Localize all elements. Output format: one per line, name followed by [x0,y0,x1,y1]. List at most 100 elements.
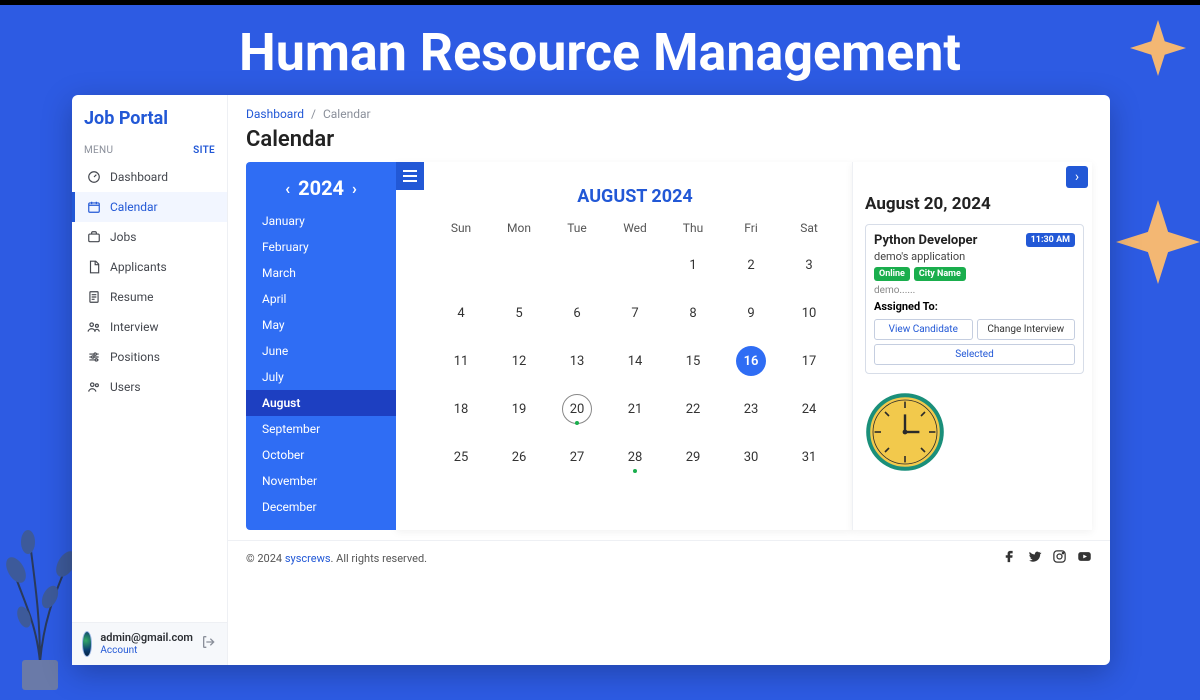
calendar-cell[interactable]: 22 [664,385,722,433]
social-links [1002,549,1092,567]
footer-brand[interactable]: syscrews [285,552,331,565]
view-candidate-button[interactable]: View Candidate [874,319,973,340]
calendar-cell[interactable]: 11 [432,337,490,385]
sparkle-icon [1116,200,1200,284]
calendar-cell[interactable]: 13 [548,337,606,385]
month-item[interactable]: October [246,442,396,468]
calendar-day-number: 1 [678,250,708,280]
calendar-cell[interactable]: 19 [490,385,548,433]
page-title: Calendar [228,123,1110,162]
year-next[interactable]: › [352,179,357,198]
nav-item-label: Resume [110,290,153,304]
month-item[interactable]: September [246,416,396,442]
account-link[interactable]: Account [100,645,193,656]
dow-label: Wed [606,221,664,235]
calendar-day-number: 6 [562,298,592,328]
copyright-suffix: . All rights reserved. [331,552,428,565]
calendar-cell[interactable]: 16 [722,337,780,385]
instagram-icon[interactable] [1052,549,1067,567]
event-badges: OnlineCity Name [874,267,1075,281]
month-list: JanuaryFebruaryMarchAprilMayJuneJulyAugu… [246,208,396,520]
change-interview-button[interactable]: Change Interview [977,319,1076,340]
month-item[interactable]: November [246,468,396,494]
calendar-day-number: 26 [504,442,534,472]
dow-row: SunMonTueWedThuFriSat [432,221,838,241]
nav-item-jobs[interactable]: Jobs [72,222,227,252]
nav-item-users[interactable]: Users [72,372,227,402]
month-item[interactable]: April [246,286,396,312]
calendar-cell[interactable]: 5 [490,289,548,337]
nav-item-dashboard[interactable]: Dashboard [72,162,227,192]
youtube-icon[interactable] [1077,549,1092,567]
calendar-cell[interactable]: 6 [548,289,606,337]
calendar-day-number: 28 [620,442,650,472]
logout-icon[interactable] [201,634,217,654]
nav-item-interview[interactable]: Interview [72,312,227,342]
calendar-cell[interactable]: 14 [606,337,664,385]
nav-item-applicants[interactable]: Applicants [72,252,227,282]
calendar-cell[interactable]: 21 [606,385,664,433]
menu-toggle-icon[interactable] [396,162,424,190]
calendar-cell-empty [432,241,490,289]
calendar-cell[interactable]: 24 [780,385,838,433]
calendar-cell[interactable]: 18 [432,385,490,433]
event-dot [633,469,637,473]
twitter-icon[interactable] [1027,549,1042,567]
calendar-cell[interactable]: 10 [780,289,838,337]
event-dot [575,421,579,425]
document-icon [87,260,101,274]
calendar-day-number: 23 [736,394,766,424]
month-item[interactable]: August [246,390,396,416]
month-item[interactable]: December [246,494,396,520]
nav-item-calendar[interactable]: Calendar [72,192,227,222]
calendar-cell[interactable]: 23 [722,385,780,433]
calendar-cell[interactable]: 27 [548,433,606,481]
month-item[interactable]: February [246,234,396,260]
calendar-cell[interactable]: 1 [664,241,722,289]
calendar-cell[interactable]: 2 [722,241,780,289]
month-item[interactable]: June [246,338,396,364]
nav-item-label: Interview [110,320,158,334]
clock-icon [865,392,945,472]
calendar-day-number: 25 [446,442,476,472]
calendar-cell[interactable]: 28 [606,433,664,481]
calendar-cell[interactable]: 3 [780,241,838,289]
detail-date: August 20, 2024 [865,172,1084,224]
year-prev[interactable]: ‹ [285,179,290,198]
calendar: AUGUST 2024 SunMonTueWedThuFriSat 123456… [396,162,852,530]
calendar-day-number: 31 [794,442,824,472]
calendar-cell[interactable]: 20 [548,385,606,433]
calendar-cell[interactable]: 17 [780,337,838,385]
month-item[interactable]: July [246,364,396,390]
calendar-cell[interactable]: 29 [664,433,722,481]
calendar-cell[interactable]: 15 [664,337,722,385]
calendar-cell[interactable]: 31 [780,433,838,481]
month-item[interactable]: March [246,260,396,286]
calendar-cell[interactable]: 7 [606,289,664,337]
calendar-cell[interactable]: 26 [490,433,548,481]
calendar-cell[interactable]: 12 [490,337,548,385]
event-card: Python Developer 11:30 AM demo's applica… [865,224,1084,374]
site-link[interactable]: SITE [193,145,215,156]
calendar-day-number: 27 [562,442,592,472]
calendar-day-number: 10 [794,298,824,328]
nav-item-resume[interactable]: Resume [72,282,227,312]
detail-next-button[interactable]: › [1066,166,1088,188]
nav-item-positions[interactable]: Positions [72,342,227,372]
nav-item-label: Applicants [110,260,167,274]
month-item[interactable]: May [246,312,396,338]
year-row: ‹ 2024 › [246,172,396,208]
calendar-cell[interactable]: 4 [432,289,490,337]
calendar-cell[interactable]: 8 [664,289,722,337]
avatar[interactable] [82,631,92,657]
main: Dashboard / Calendar Calendar ‹ 2024 › J… [228,95,1110,665]
facebook-icon[interactable] [1002,549,1017,567]
calendar-cell[interactable]: 30 [722,433,780,481]
breadcrumb-root[interactable]: Dashboard [246,107,304,121]
dow-label: Fri [722,221,780,235]
calendar-day-number: 2 [736,250,766,280]
calendar-cell[interactable]: 25 [432,433,490,481]
month-item[interactable]: January [246,208,396,234]
calendar-cell[interactable]: 9 [722,289,780,337]
selected-button[interactable]: Selected [874,344,1075,365]
